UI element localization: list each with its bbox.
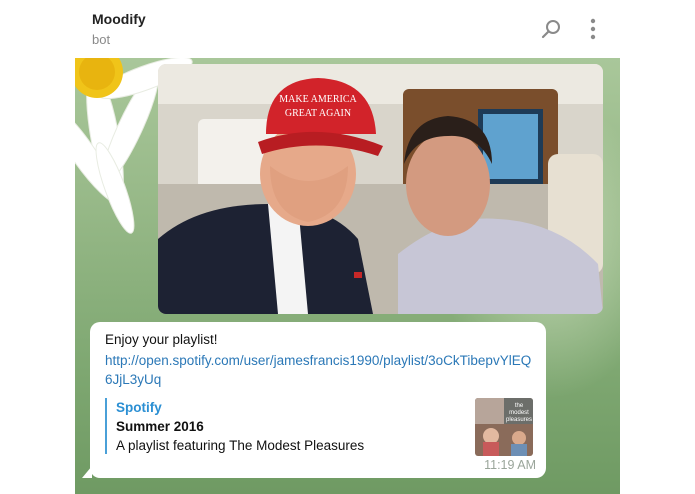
preview-thumbnail[interactable]: the modest pleasures (475, 398, 533, 456)
search-icon[interactable] (540, 17, 564, 41)
preview-title: Summer 2016 (116, 419, 204, 434)
playlist-link[interactable]: http://open.spotify.com/user/jamesfranci… (105, 351, 535, 389)
bubble-tail (82, 466, 92, 478)
link-preview[interactable]: Spotify Summer 2016 A playlist featuring… (105, 398, 533, 456)
message-photo[interactable]: MAKE AMERICA GREAT AGAIN (158, 64, 603, 314)
thumb-text-1: the (515, 403, 524, 409)
thumb-text-3: pleasures (506, 417, 532, 423)
preview-site-name: Spotify (116, 400, 162, 415)
message-timestamp: 11:19 AM (484, 458, 536, 472)
cap-text-2: GREAT AGAIN (285, 108, 351, 119)
cap-text-1: MAKE AMERICA (279, 94, 357, 105)
thumb-text-2: modest (509, 410, 529, 416)
chat-subtitle: bot (92, 32, 111, 47)
chat-area[interactable]: MAKE AMERICA GREAT AGAIN Enjoy your play… (75, 58, 620, 494)
more-vertical-icon[interactable] (583, 16, 603, 42)
message-text: Enjoy your playlist! (105, 332, 218, 347)
preview-description: A playlist featuring The Modest Pleasure… (116, 438, 365, 453)
chat-title[interactable]: Moodify (92, 11, 146, 27)
message-bubble: Enjoy your playlist! http://open.spotify… (82, 322, 546, 478)
chat-header: Moodify bot (75, 0, 620, 58)
